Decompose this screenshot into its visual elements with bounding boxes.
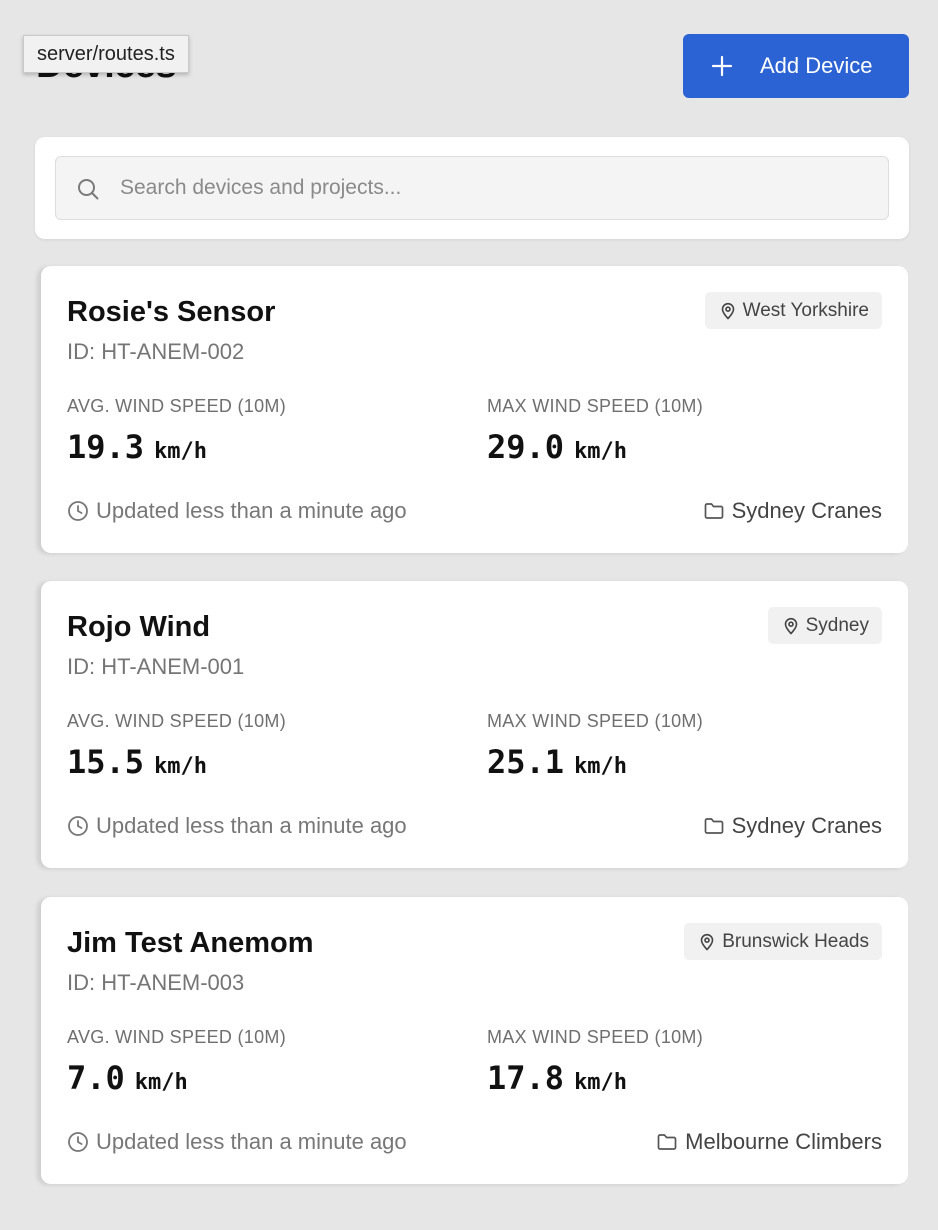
clock-icon <box>68 1132 88 1152</box>
max-wind-speed: MAX WIND SPEED (10M) 25.1 km/h <box>487 709 703 781</box>
avg-wind-speed-number: 15.5 <box>67 743 145 781</box>
avg-wind-speed-number: 19.3 <box>67 428 145 466</box>
max-wind-speed: MAX WIND SPEED (10M) 17.8 km/h <box>487 1025 703 1097</box>
max-wind-speed-value: 25.1 km/h <box>487 743 703 781</box>
device-name[interactable]: Rojo Wind <box>67 609 210 645</box>
speed-unit: km/h <box>154 439 208 464</box>
add-device-button-label: Add Device <box>760 53 873 78</box>
file-path-tooltip: server/routes.ts <box>23 35 189 73</box>
last-updated-text: Updated less than a minute ago <box>96 498 407 523</box>
max-wind-speed-label: MAX WIND SPEED (10M) <box>487 711 704 731</box>
max-wind-speed-value: 29.0 km/h <box>487 428 703 466</box>
max-wind-speed-label: MAX WIND SPEED (10M) <box>487 1027 704 1047</box>
folder-icon <box>704 818 723 834</box>
project-link[interactable]: Melbourne Climbers <box>656 1128 882 1156</box>
max-wind-speed: MAX WIND SPEED (10M) 29.0 km/h <box>487 394 703 466</box>
last-updated-text: Updated less than a minute ago <box>96 1129 407 1154</box>
avg-wind-speed-value: 7.0 km/h <box>67 1059 286 1097</box>
search-input[interactable] <box>120 157 870 219</box>
speed-unit: km/h <box>574 439 628 464</box>
max-wind-speed-number: 25.1 <box>487 743 565 781</box>
project-name[interactable]: Sydney Cranes <box>732 812 882 840</box>
speed-unit: km/h <box>154 754 208 779</box>
avg-wind-speed: AVG. WIND SPEED (10M) 19.3 km/h <box>67 394 286 466</box>
last-updated: Updated less than a minute ago <box>67 812 407 840</box>
clock-icon <box>68 816 88 836</box>
location-label: Sydney <box>805 614 869 636</box>
avg-wind-speed: AVG. WIND SPEED (10M) 7.0 km/h <box>67 1025 286 1097</box>
clock-icon <box>68 501 88 521</box>
avg-wind-speed-value: 19.3 km/h <box>67 428 286 466</box>
max-wind-speed-label: MAX WIND SPEED (10M) <box>487 396 704 416</box>
last-updated: Updated less than a minute ago <box>67 1128 407 1156</box>
device-id: ID: HT-ANEM-001 <box>67 654 245 679</box>
plus-icon <box>711 55 733 77</box>
location-badge: West Yorkshire <box>704 292 882 329</box>
speed-unit: km/h <box>574 1070 628 1095</box>
location-badge: Brunswick Heads <box>684 923 882 960</box>
device-card[interactable]: Rosie's Sensor ID: HT-ANEM-002 West York… <box>41 266 908 553</box>
avg-wind-speed-label: AVG. WIND SPEED (10M) <box>67 1027 286 1047</box>
map-pin-icon <box>721 302 734 319</box>
avg-wind-speed-value: 15.5 km/h <box>67 743 286 781</box>
folder-icon <box>704 503 723 519</box>
map-pin-icon <box>784 617 797 634</box>
last-updated-text: Updated less than a minute ago <box>96 813 407 838</box>
avg-wind-speed-label: AVG. WIND SPEED (10M) <box>67 396 286 416</box>
device-card[interactable]: Jim Test Anemom ID: HT-ANEM-003 Brunswic… <box>41 897 908 1184</box>
device-name[interactable]: Jim Test Anemom <box>67 925 314 961</box>
project-name[interactable]: Sydney Cranes <box>732 497 882 525</box>
location-badge: Sydney <box>767 607 882 644</box>
max-wind-speed-number: 29.0 <box>487 428 565 466</box>
avg-wind-speed-label: AVG. WIND SPEED (10M) <box>67 711 286 731</box>
search-box[interactable] <box>55 156 889 220</box>
speed-unit: km/h <box>134 1070 188 1095</box>
location-label: West Yorkshire <box>742 299 869 321</box>
avg-wind-speed-number: 7.0 <box>67 1059 125 1097</box>
avg-wind-speed: AVG. WIND SPEED (10M) 15.5 km/h <box>67 709 286 781</box>
map-pin-icon <box>700 933 714 950</box>
project-link[interactable]: Sydney Cranes <box>703 812 882 840</box>
search-card <box>35 137 909 239</box>
max-wind-speed-number: 17.8 <box>487 1059 565 1097</box>
project-link[interactable]: Sydney Cranes <box>703 497 882 525</box>
project-name[interactable]: Melbourne Climbers <box>685 1128 882 1156</box>
device-id: ID: HT-ANEM-002 <box>67 339 245 364</box>
device-id: ID: HT-ANEM-003 <box>67 970 245 995</box>
max-wind-speed-value: 17.8 km/h <box>487 1059 703 1097</box>
search-icon <box>78 179 99 200</box>
speed-unit: km/h <box>574 754 628 779</box>
device-card[interactable]: Rojo Wind ID: HT-ANEM-001 Sydney AVG. WI… <box>41 581 908 868</box>
folder-icon <box>657 1134 677 1150</box>
add-device-button[interactable]: Add Device <box>683 34 909 98</box>
location-label: Brunswick Heads <box>722 930 869 952</box>
device-name[interactable]: Rosie's Sensor <box>67 294 275 330</box>
last-updated: Updated less than a minute ago <box>67 497 407 525</box>
